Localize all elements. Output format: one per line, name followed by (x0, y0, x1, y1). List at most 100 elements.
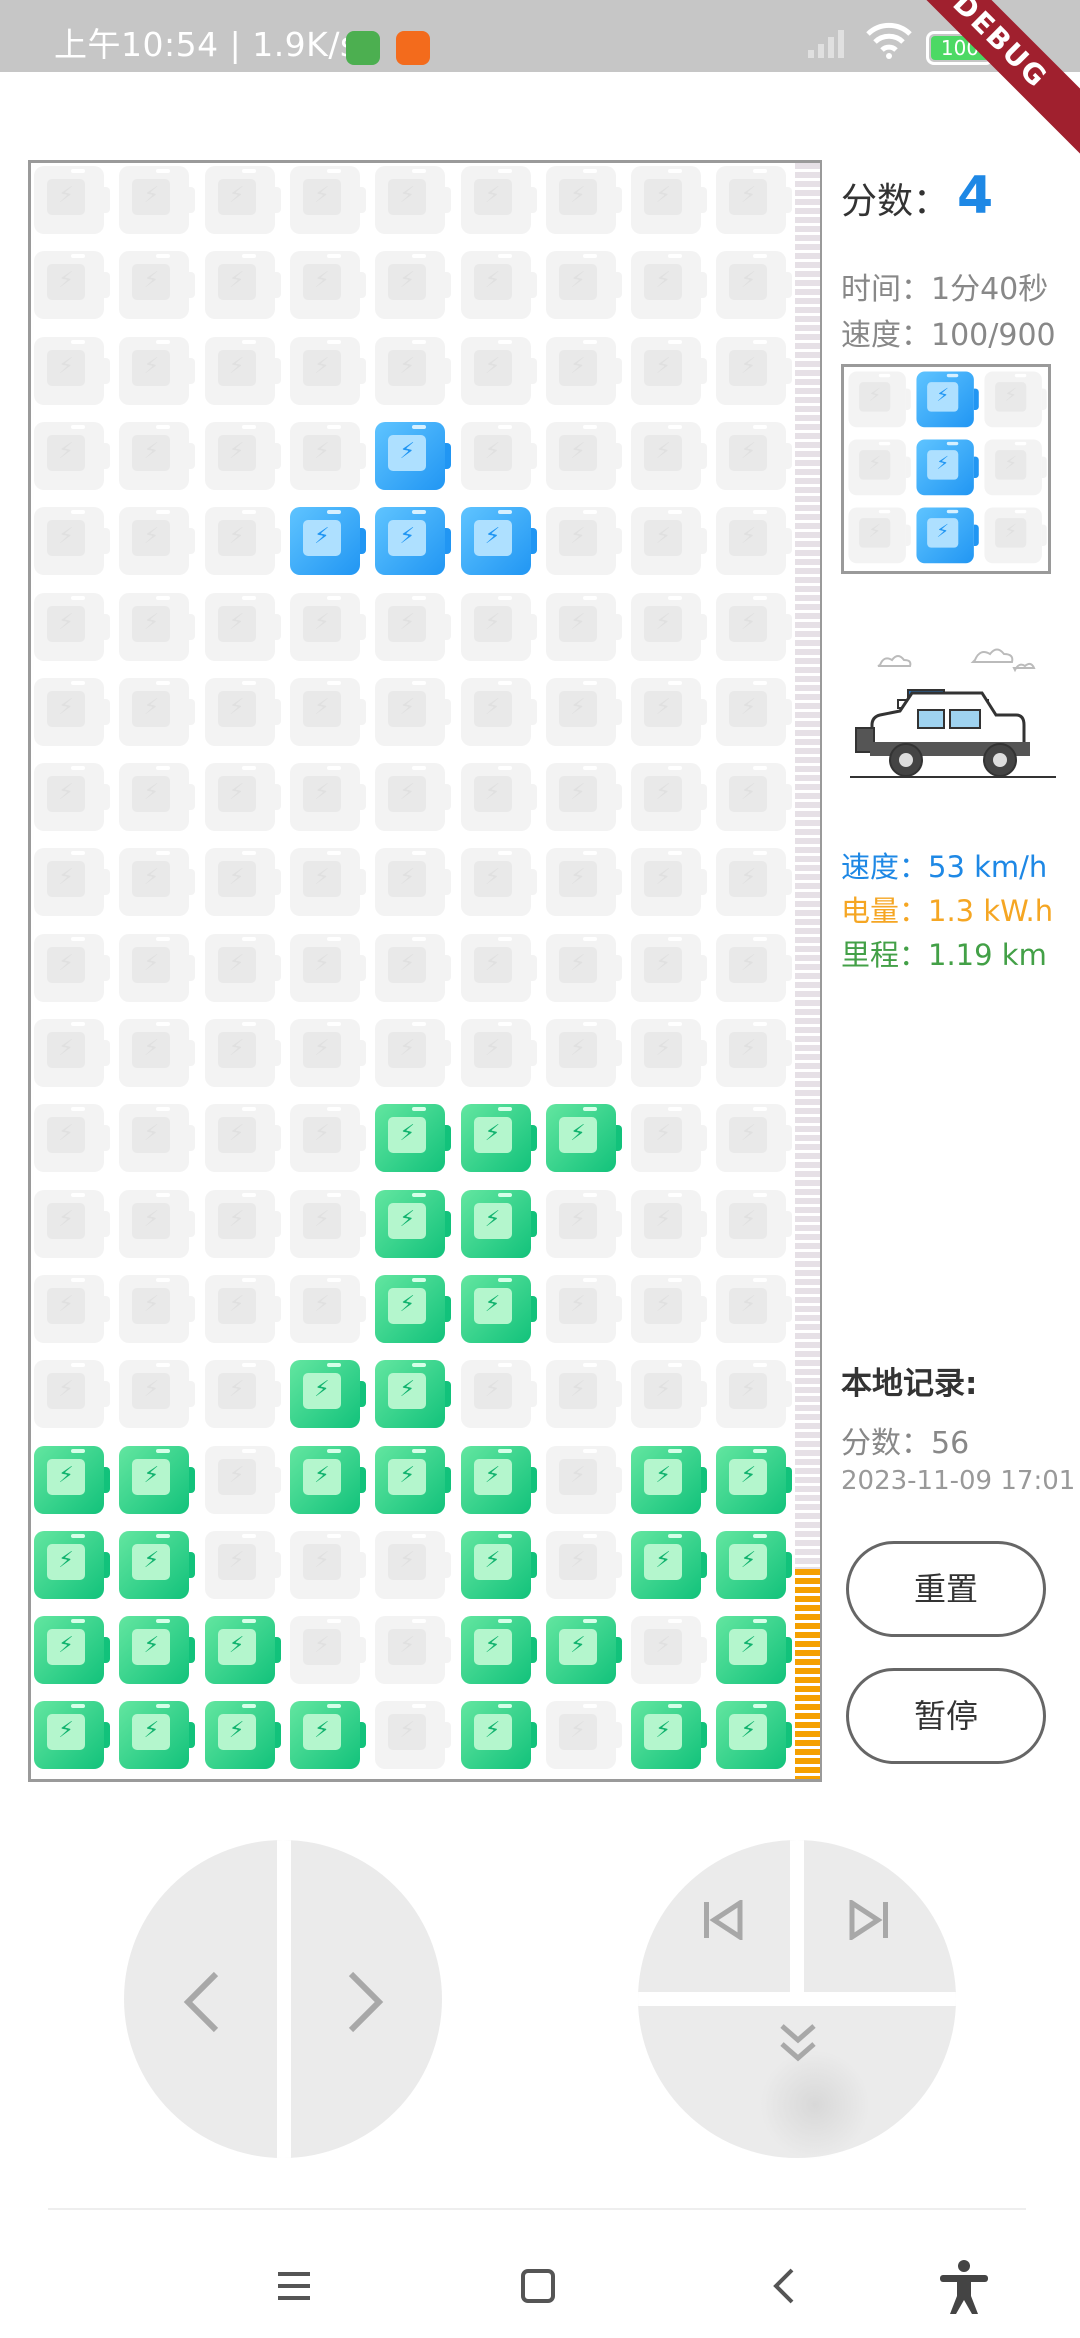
preview-cell (982, 505, 1048, 566)
board-cell (543, 1187, 623, 1261)
board-cell (202, 1016, 282, 1090)
board-cell (372, 931, 452, 1005)
skip-previous-icon (704, 1900, 743, 1940)
filled-cell (116, 1698, 196, 1772)
board-cell (543, 1528, 623, 1602)
energy-text: 电量：1.3 kW.h (841, 894, 1054, 928)
pad-divider (790, 1840, 804, 2000)
pad-divider (638, 1992, 956, 2006)
level-progress-fill (795, 1568, 820, 1779)
drop-button[interactable] (638, 2006, 956, 2158)
board-cell (543, 590, 623, 664)
status-bar: 上午10:54 | 1.9K/s 100 (0, 0, 1080, 72)
board-cell (116, 1272, 196, 1346)
jeep-icon (850, 648, 1056, 778)
chevron-right-icon (348, 1971, 384, 2033)
pause-button[interactable]: 暂停 (846, 1668, 1046, 1764)
next-piece-preview (841, 364, 1051, 574)
filled-cell (543, 1101, 623, 1175)
back-icon[interactable] (770, 2266, 798, 2306)
filled-cell (372, 1101, 452, 1175)
filled-cell (116, 1443, 196, 1517)
board-cell (628, 248, 708, 322)
filled-cell (31, 1698, 111, 1772)
board-cell (116, 675, 196, 749)
filled-cell (287, 1698, 367, 1772)
status-time: 上午10:54 | 1.9K/s (54, 25, 358, 64)
board-cell (287, 1101, 367, 1175)
menu-icon[interactable] (276, 2270, 312, 2302)
board-cell (372, 334, 452, 408)
board-cell (543, 334, 623, 408)
filled-cell (116, 1613, 196, 1687)
board-cell (202, 760, 282, 834)
board-cell (458, 334, 538, 408)
board-cell (713, 931, 793, 1005)
board-cell (372, 1613, 452, 1687)
board-cell (31, 248, 111, 322)
board-cell (202, 1101, 282, 1175)
filled-cell (713, 1443, 793, 1517)
board-cell (31, 590, 111, 664)
board-cell (713, 845, 793, 919)
score-value: 4 (957, 166, 994, 226)
filled-cell (31, 1443, 111, 1517)
board-cell (31, 163, 111, 237)
board-cell (543, 1357, 623, 1431)
move-right-button[interactable] (291, 1840, 442, 2158)
board-cell (202, 931, 282, 1005)
filled-cell (458, 1613, 538, 1687)
score-label: 分数： (841, 181, 950, 222)
board-cell (31, 1357, 111, 1431)
board-cell (628, 675, 708, 749)
board-cell (458, 931, 538, 1005)
reset-button[interactable]: 重置 (846, 1541, 1046, 1637)
board-cell (202, 845, 282, 919)
board-cell (116, 334, 196, 408)
preview-cell (982, 369, 1048, 430)
board-cell (713, 1101, 793, 1175)
board-cell (543, 163, 623, 237)
rotate-right-button[interactable] (804, 1840, 956, 1992)
android-app-icon (346, 31, 380, 65)
camera-app-icon (396, 31, 430, 65)
board-cell (202, 1528, 282, 1602)
filled-cell (458, 1443, 538, 1517)
filled-cell (628, 1528, 708, 1602)
board-cell (202, 504, 282, 578)
board-cell (458, 675, 538, 749)
board-cell (31, 504, 111, 578)
filled-cell (628, 1698, 708, 1772)
board-cell (372, 675, 452, 749)
skip-next-icon (849, 1900, 888, 1940)
filled-cell (458, 1187, 538, 1261)
board-cell (287, 334, 367, 408)
home-square-icon[interactable] (520, 2268, 556, 2304)
board-cell (713, 675, 793, 749)
board-cell (628, 590, 708, 664)
filled-cell (31, 1528, 111, 1602)
board-cell (543, 1443, 623, 1517)
board-cell (31, 1016, 111, 1090)
rotate-left-button[interactable] (638, 1840, 790, 1992)
system-nav-bar (0, 2208, 1080, 2338)
accessibility-icon[interactable] (936, 2258, 992, 2316)
board-cell (202, 248, 282, 322)
board-cell (31, 675, 111, 749)
board-cell (713, 1187, 793, 1261)
board-cell (372, 760, 452, 834)
board-cell (116, 163, 196, 237)
filled-cell (372, 1443, 452, 1517)
speed-text: 速度：53 km/h (841, 850, 1048, 884)
board-cell (543, 675, 623, 749)
move-left-button[interactable] (124, 1840, 277, 2158)
board-cell (543, 419, 623, 493)
board-cell (287, 1016, 367, 1090)
board-cell (372, 163, 452, 237)
next-piece-cell (914, 437, 980, 498)
active-piece-cell (458, 504, 538, 578)
time-text: 时间：1分40秒 (841, 272, 1049, 307)
board-cell (116, 845, 196, 919)
filled-cell (713, 1528, 793, 1602)
speed-level-text: 速度：100/900 (841, 318, 1056, 353)
